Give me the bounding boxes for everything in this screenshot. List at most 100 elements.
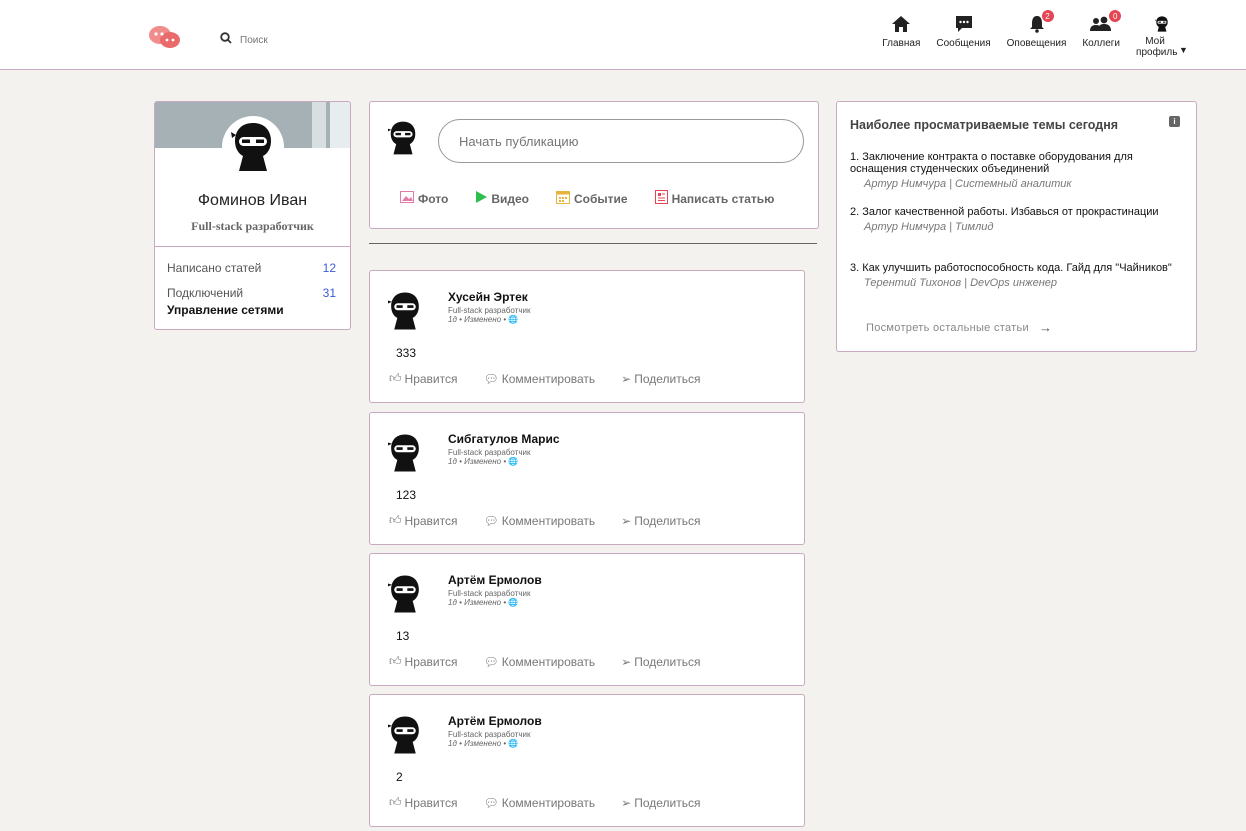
nav-colleagues-label: Коллеги (1082, 38, 1120, 49)
feed-divider (369, 243, 817, 244)
video-label: Видео (491, 191, 529, 206)
composer-actions: Фото Видео Событие Написать статью (400, 190, 774, 207)
comment-icon: 💬︎ (483, 513, 499, 528)
people-icon: 0 (1089, 10, 1122, 34)
comment-button[interactable]: 💬︎ Комментировать (484, 795, 596, 810)
comment-icon: 💬︎ (483, 371, 499, 386)
trending-item[interactable]: 3. Как улучшить работоспособность кода. … (850, 262, 1185, 289)
post-meta: 1д • Изменено • 🌐 (448, 315, 519, 324)
author-avatar[interactable] (385, 574, 422, 619)
author-avatar[interactable] (385, 433, 422, 478)
send-icon: ➢ (621, 654, 632, 669)
share-button[interactable]: ➢ Поделиться (621, 654, 700, 669)
send-icon: ➢ (621, 513, 632, 528)
chevron-down-icon: ▼ (1179, 45, 1188, 56)
comment-icon: 💬︎ (483, 795, 499, 810)
nav-my-profile[interactable]: Мой профиль ▼ (1128, 14, 1196, 58)
nav-notifications[interactable]: 2 Оповещения (999, 10, 1075, 58)
stat-connections[interactable]: Подключений 31 (167, 286, 336, 300)
top-navbar: Главная Сообщения 2 Оповещения 0 Коллеги (0, 0, 1246, 70)
post-text: 2 (396, 770, 403, 784)
feed-post: Сибгатулов Марис Full-stack разработчик … (369, 412, 805, 545)
calendar-icon (556, 190, 570, 207)
play-icon (475, 191, 488, 206)
logo-icon[interactable] (148, 24, 182, 50)
post-author[interactable]: Хусейн Эртек (448, 290, 528, 304)
write-article-button[interactable]: Написать статью (654, 190, 774, 207)
comment-icon: 💬︎ (483, 654, 499, 669)
post-text: 123 (396, 488, 417, 502)
divider (155, 246, 350, 247)
thumbs-up-icon: 👍︎ (389, 654, 402, 668)
comment-button[interactable]: 💬︎ Комментировать (484, 654, 596, 669)
nav-messages-label: Сообщения (936, 38, 991, 49)
trending-title: Наиболее просматриваемые темы сегодня (850, 118, 1119, 132)
event-button[interactable]: Событие (556, 190, 628, 207)
info-icon[interactable]: i (1169, 116, 1180, 127)
comment-button[interactable]: 💬︎ Комментировать (484, 513, 596, 528)
share-button[interactable]: ➢ Поделиться (621, 513, 700, 528)
messages-icon (954, 14, 974, 34)
post-actions: 👍︎ Нравится 💬︎ Комментировать ➢ Поделиться (389, 654, 700, 669)
post-actions: 👍︎ Нравится 💬︎ Комментировать ➢ Поделиться (389, 795, 700, 810)
post-author[interactable]: Артём Ермолов (448, 714, 542, 728)
stat-articles[interactable]: Написано статей 12 (167, 261, 336, 275)
nav-colleagues[interactable]: 0 Коллеги (1074, 10, 1128, 58)
photo-label: Фото (418, 191, 449, 206)
like-button[interactable]: 👍︎ Нравится (389, 795, 458, 810)
author-avatar[interactable] (385, 291, 422, 336)
trending-item-title[interactable]: 2. Залог качественной работы. Избавься о… (850, 206, 1185, 218)
stat-label: Написано статей (167, 261, 262, 275)
search-input[interactable] (240, 34, 380, 46)
post-actions: 👍︎ Нравится 💬︎ Комментировать ➢ Поделиться (389, 371, 700, 386)
post-author[interactable]: Артём Ермолов (448, 573, 542, 587)
post-meta: 1д • Изменено • 🌐 (448, 739, 519, 748)
post-author-role: Full-stack разработчик (448, 730, 531, 739)
arrow-right-icon: → (1038, 320, 1053, 335)
avatar (385, 120, 418, 161)
post-text: 13 (396, 629, 410, 643)
post-author-role: Full-stack разработчик (448, 448, 531, 457)
post-author[interactable]: Сибгатулов Марис (448, 432, 560, 446)
manage-networks-link[interactable]: Управление сетями (167, 303, 284, 317)
stat-label: Подключений (167, 286, 244, 300)
comment-button[interactable]: 💬︎ Комментировать (484, 371, 596, 386)
event-label: Событие (574, 191, 628, 206)
photo-button[interactable]: Фото (400, 190, 448, 207)
start-post-input[interactable] (438, 119, 804, 163)
trending-item-title[interactable]: 1. Заключение контракта о поставке обору… (850, 151, 1185, 175)
nav-home-label: Главная (882, 38, 921, 49)
feed-post: Артём Ермолов Full-stack разработчик 1д … (369, 553, 805, 686)
photo-icon (400, 191, 414, 206)
thumbs-up-icon: 👍︎ (389, 513, 402, 527)
profile-name[interactable]: Фоминов Иван (155, 192, 350, 210)
nav-notifications-label: Оповещения (1006, 38, 1067, 49)
like-button[interactable]: 👍︎ Нравится (389, 654, 458, 669)
feed-post: Артём Ермолов Full-stack разработчик 1д … (369, 694, 805, 827)
nav-my-profile-label: Мой профиль (1136, 36, 1178, 58)
post-actions: 👍︎ Нравится 💬︎ Комментировать ➢ Поделиться (389, 513, 700, 528)
post-author-role: Full-stack разработчик (448, 589, 531, 598)
profile-avatar[interactable] (222, 116, 284, 178)
post-meta: 1д • Изменено • 🌐 (448, 598, 519, 607)
trending-item-title[interactable]: 3. Как улучшить работоспособность кода. … (850, 262, 1185, 274)
search-icon (220, 31, 232, 49)
video-button[interactable]: Видео (475, 190, 529, 207)
article-icon (654, 190, 668, 207)
trending-item[interactable]: 1. Заключение контракта о поставке обору… (850, 151, 1185, 190)
author-avatar[interactable] (385, 715, 422, 760)
like-button[interactable]: 👍︎ Нравится (389, 371, 458, 386)
search-box[interactable] (220, 31, 380, 49)
globe-icon: 🌐 (508, 739, 519, 748)
trending-item-meta: Терентий Тихонов | DevOps инженер (864, 277, 1057, 289)
share-button[interactable]: ➢ Поделиться (621, 795, 700, 810)
nav-messages[interactable]: Сообщения (928, 14, 998, 58)
see-more-articles-link[interactable]: Посмотреть остальные статьи → (866, 320, 1052, 335)
like-button[interactable]: 👍︎ Нравится (389, 513, 458, 528)
share-button[interactable]: ➢ Поделиться (621, 371, 700, 386)
stat-value: 12 (322, 261, 336, 275)
trending-topics-card: Наиболее просматриваемые темы сегодня i … (836, 101, 1197, 352)
see-more-label: Посмотреть остальные статьи (866, 321, 1029, 334)
nav-home[interactable]: Главная (874, 14, 928, 58)
trending-item[interactable]: 2. Залог качественной работы. Избавься о… (850, 206, 1185, 233)
